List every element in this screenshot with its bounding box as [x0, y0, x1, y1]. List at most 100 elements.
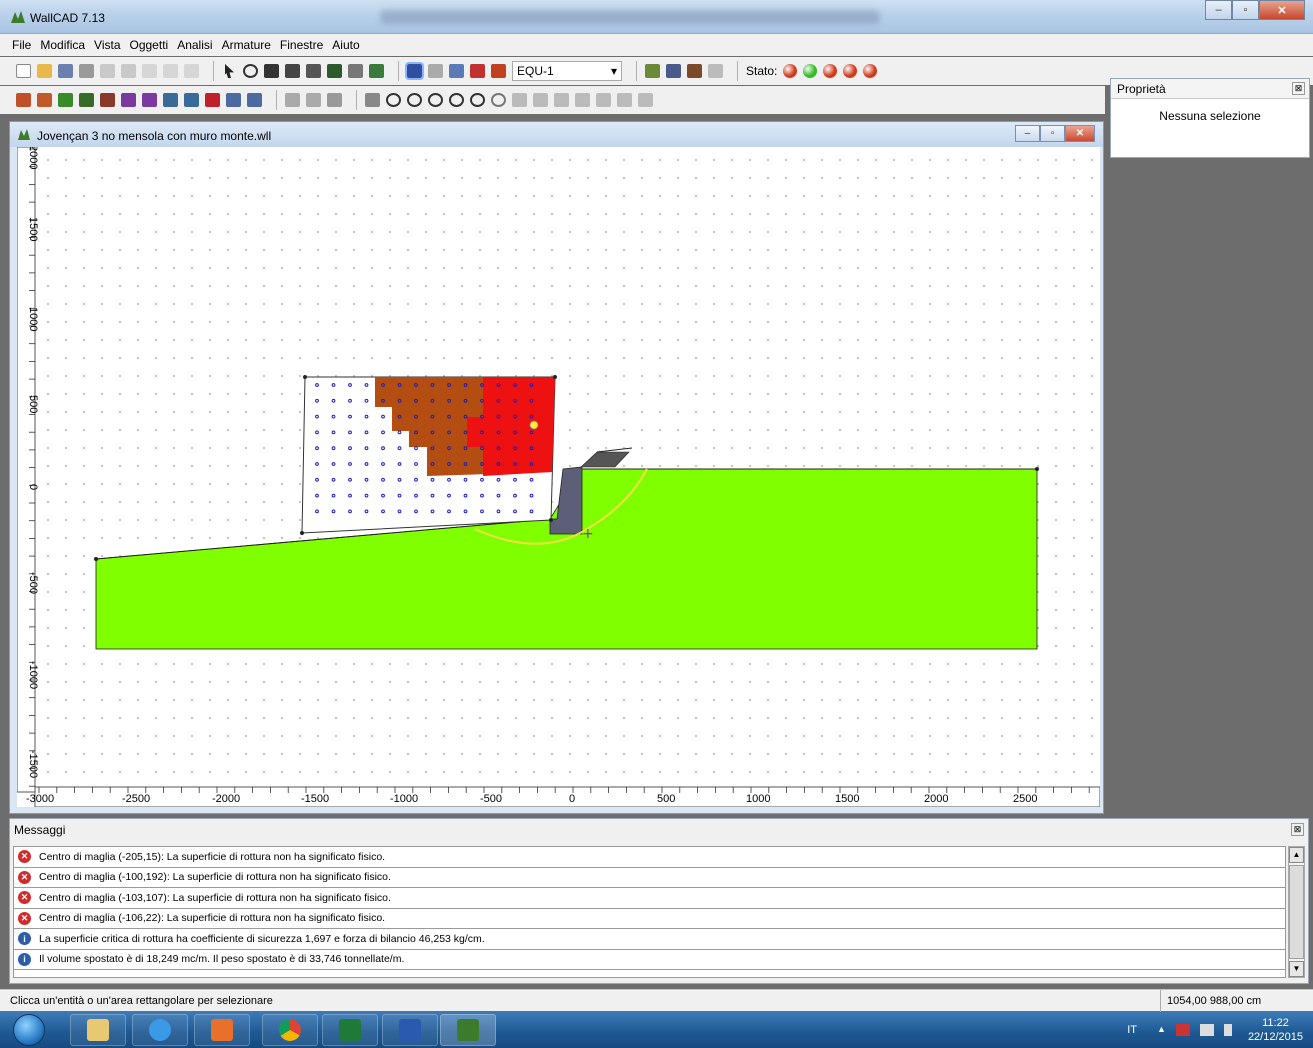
slope-icon[interactable] — [79, 93, 94, 107]
taskbar-media-player[interactable] — [194, 1014, 250, 1046]
zoom-window-icon[interactable] — [449, 93, 464, 107]
strip-load-icon[interactable] — [226, 93, 241, 107]
redo-icon[interactable] — [121, 64, 136, 78]
line-icon[interactable] — [306, 64, 321, 78]
point-load-icon[interactable] — [205, 93, 220, 107]
close-button[interactable]: ✕ — [1259, 0, 1305, 20]
scroll-thumb[interactable] — [1289, 865, 1304, 959]
document-maximize-button[interactable]: ▫ — [1040, 125, 1065, 142]
message-row[interactable]: i La superficie critica di rottura ha coe… — [14, 929, 1285, 950]
print-icon[interactable] — [79, 64, 94, 78]
wall-icon[interactable] — [264, 64, 279, 78]
paste-icon[interactable] — [184, 64, 199, 78]
retaining-wall[interactable] — [549, 466, 583, 535]
view-6-icon[interactable] — [617, 93, 632, 107]
distributed-load-icon[interactable] — [247, 93, 262, 107]
table-icon[interactable] — [666, 64, 681, 78]
delete-node-icon[interactable] — [348, 64, 363, 78]
scroll-down-button[interactable]: ▼ — [1289, 961, 1304, 977]
message-row[interactable]: ✕ Centro di maglia (-106,22): La superfic… — [14, 909, 1285, 929]
menu-oggetti[interactable]: Oggetti — [130, 38, 169, 52]
soil-layer-icon[interactable] — [16, 93, 31, 107]
terrain-icon[interactable] — [58, 93, 73, 107]
report-icon[interactable] — [645, 64, 660, 78]
cut-icon[interactable] — [142, 64, 157, 78]
taskbar-chrome[interactable] — [262, 1014, 318, 1046]
select-cursor-icon[interactable] — [225, 64, 234, 78]
reinforcement-icon[interactable] — [687, 64, 702, 78]
drawing-canvas[interactable]: 2000 1500 1000 500 0 -500 -1000 -1500 -3… — [17, 147, 1100, 807]
menu-modifica[interactable]: Modifica — [40, 38, 85, 52]
close-panel-icon[interactable]: ⊠ — [1291, 823, 1304, 836]
message-row[interactable]: ✕ Centro di maglia (-100,192): La superfi… — [14, 868, 1285, 888]
menu-aiuto[interactable]: Aiuto — [332, 38, 359, 52]
rotate-icon[interactable] — [243, 64, 258, 78]
taskbar-excel[interactable] — [322, 1014, 378, 1046]
menu-file[interactable]: File — [12, 38, 31, 52]
taskbar-word[interactable] — [382, 1014, 438, 1046]
view-5-icon[interactable] — [596, 93, 611, 107]
snap-icon[interactable] — [306, 93, 321, 107]
load-combination-select[interactable]: EQU-1 ▾ — [512, 61, 622, 81]
pointer-mode-icon[interactable] — [405, 62, 424, 80]
taskbar-internet-explorer[interactable] — [132, 1014, 188, 1046]
menu-vista[interactable]: Vista — [94, 38, 120, 52]
document-close-button[interactable]: ✕ — [1065, 125, 1095, 142]
soil-tool-icon[interactable] — [369, 64, 384, 78]
new-file-icon[interactable] — [16, 64, 31, 78]
close-panel-icon[interactable]: ⊠ — [1292, 82, 1305, 95]
maximize-button[interactable]: ▫ — [1232, 0, 1259, 20]
export-icon[interactable] — [708, 64, 723, 78]
zoom-in-icon[interactable] — [407, 93, 422, 107]
open-folder-icon[interactable] — [37, 64, 52, 78]
layers-icon[interactable] — [327, 93, 342, 107]
copy-icon[interactable] — [163, 64, 178, 78]
load-icon[interactable] — [470, 64, 485, 78]
menu-armature[interactable]: Armature — [222, 38, 271, 52]
message-row[interactable]: ✕ Centro di maglia (-103,107): La superfi… — [14, 888, 1285, 909]
view-2-icon[interactable] — [533, 93, 548, 107]
water-table-icon[interactable] — [121, 93, 136, 107]
calculate-icon[interactable] — [491, 64, 506, 78]
menu-analisi[interactable]: Analisi — [177, 38, 212, 52]
text-icon[interactable] — [449, 64, 464, 78]
clock[interactable]: 11:22 22/12/2015 — [1248, 1016, 1303, 1044]
messages-scrollbar[interactable]: ▲ ▼ — [1288, 846, 1305, 978]
scroll-up-button[interactable]: ▲ — [1289, 847, 1304, 863]
settings-icon[interactable] — [428, 64, 443, 78]
zoom-icon[interactable] — [386, 93, 401, 107]
messages-list[interactable]: ✕ Centro di maglia (-205,15): La superfic… — [13, 846, 1286, 978]
grid-icon[interactable] — [100, 93, 115, 107]
view-1-icon[interactable] — [512, 93, 527, 107]
zoom-out-icon[interactable] — [428, 93, 443, 107]
stratigraphy-icon[interactable] — [37, 93, 52, 107]
volume-icon[interactable] — [1223, 1024, 1232, 1036]
drawing-svg[interactable]: 2000 1500 1000 500 0 -500 -1000 -1500 -3… — [17, 147, 1100, 807]
tieback-icon[interactable] — [184, 93, 199, 107]
view-3-icon[interactable] — [554, 93, 569, 107]
document-minimize-button[interactable]: – — [1015, 125, 1040, 142]
pan-icon[interactable] — [365, 93, 380, 107]
start-button[interactable] — [13, 1014, 45, 1046]
save-icon[interactable] — [58, 64, 73, 78]
menu-finestre[interactable]: Finestre — [280, 38, 323, 52]
network-icon[interactable] — [1199, 1024, 1214, 1036]
node-select-icon[interactable] — [327, 64, 342, 78]
undo-icon[interactable] — [100, 64, 115, 78]
zoom-all-icon[interactable] — [470, 93, 485, 107]
zoom-previous-icon[interactable] — [491, 93, 506, 107]
minimize-button[interactable]: – — [1205, 0, 1232, 20]
language-indicator[interactable]: IT — [1127, 1024, 1137, 1036]
show-hidden-icons-icon[interactable]: ▲ — [1157, 1024, 1166, 1036]
taskbar-file-explorer[interactable] — [70, 1014, 126, 1046]
critical-center-marker[interactable] — [529, 420, 539, 430]
water-table-2-icon[interactable] — [142, 93, 157, 107]
view-7-icon[interactable] — [638, 93, 653, 107]
measure-icon[interactable] — [285, 93, 300, 107]
anchor-icon[interactable] — [163, 93, 178, 107]
action-center-icon[interactable] — [1175, 1024, 1190, 1036]
view-4-icon[interactable] — [575, 93, 590, 107]
message-row[interactable]: ✕ Centro di maglia (-205,15): La superfic… — [14, 847, 1285, 868]
pencil-icon[interactable] — [285, 64, 300, 78]
message-row[interactable]: i Il volume spostato è di 18,249 mc/m. Il… — [14, 950, 1285, 970]
